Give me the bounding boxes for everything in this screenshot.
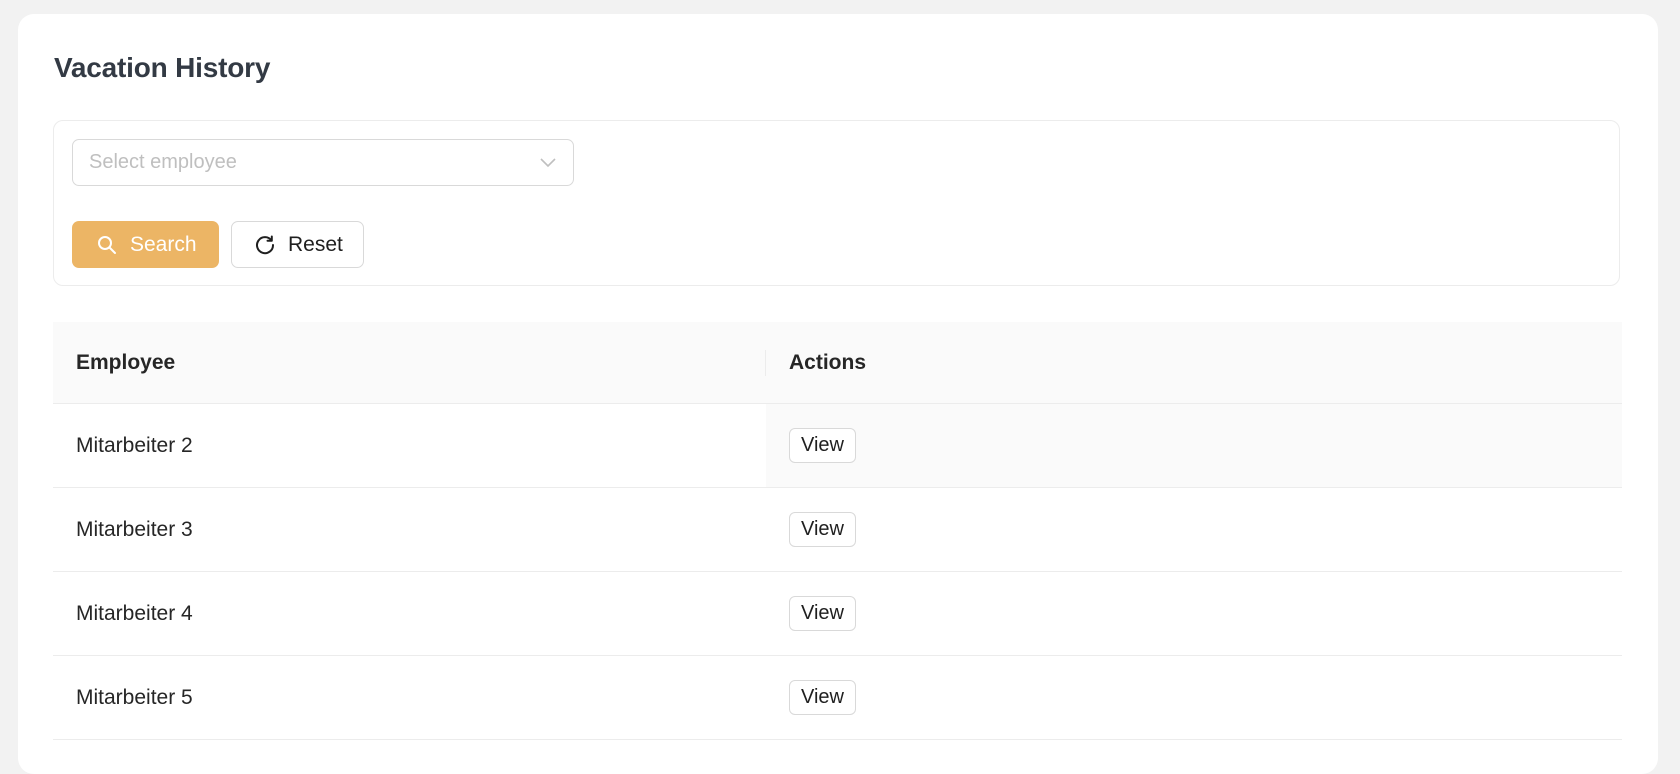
- view-button[interactable]: View: [789, 596, 856, 631]
- vacation-history-card: Vacation History Select employee Search: [18, 14, 1658, 774]
- employee-name-cell: Mitarbeiter 3: [76, 517, 193, 541]
- view-button[interactable]: View: [789, 680, 856, 715]
- actions-cell: View: [766, 404, 1622, 487]
- employee-name-cell: Mitarbeiter 2: [76, 433, 193, 457]
- table-row: Mitarbeiter 2 View: [53, 404, 1622, 488]
- actions-cell: View: [766, 488, 1622, 571]
- table-header: Employee Actions: [53, 322, 1622, 404]
- table-row: Mitarbeiter 3 View: [53, 488, 1622, 572]
- table-row: Mitarbeiter 5 View: [53, 656, 1622, 740]
- view-button[interactable]: View: [789, 512, 856, 547]
- actions-cell: View: [766, 656, 1622, 739]
- table-row: Mitarbeiter 4 View: [53, 572, 1622, 656]
- actions-cell: View: [766, 572, 1622, 655]
- employee-name-cell: Mitarbeiter 4: [76, 601, 193, 625]
- employee-name-cell: Mitarbeiter 5: [76, 685, 193, 709]
- filter-panel: Select employee Search Reset: [53, 120, 1620, 286]
- chevron-down-icon: [539, 154, 557, 172]
- reset-button[interactable]: Reset: [231, 221, 364, 268]
- column-header-actions: Actions: [789, 350, 867, 374]
- employee-table: Employee Actions Mitarbeiter 2 View Mita…: [53, 322, 1622, 740]
- column-header-employee: Employee: [53, 322, 766, 403]
- search-button[interactable]: Search: [72, 221, 219, 268]
- view-button[interactable]: View: [789, 428, 856, 463]
- reset-icon: [254, 234, 276, 256]
- search-icon: [96, 234, 118, 256]
- reset-button-label: Reset: [288, 232, 343, 256]
- employee-select[interactable]: Select employee: [72, 139, 574, 186]
- page-title: Vacation History: [54, 52, 271, 83]
- employee-select-placeholder: Select employee: [89, 151, 237, 173]
- search-button-label: Search: [130, 232, 197, 256]
